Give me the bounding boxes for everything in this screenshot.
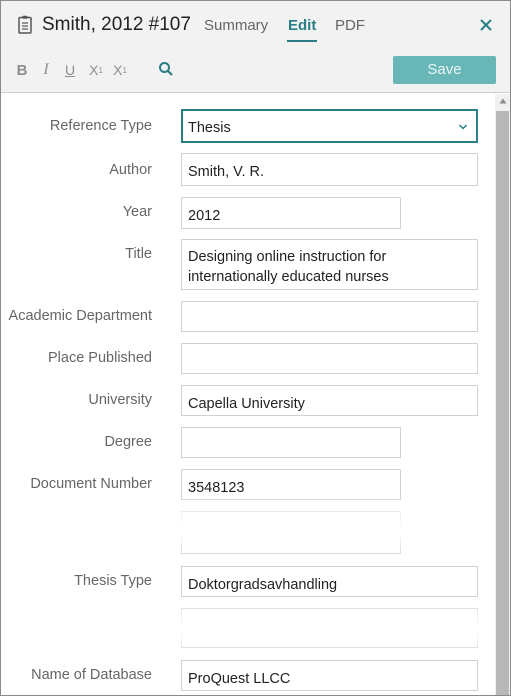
save-button[interactable]: Save	[393, 56, 496, 84]
reference-title: Smith, 2012 #107	[42, 14, 191, 35]
year-field[interactable]: 2012	[181, 197, 401, 229]
active-tab-indicator	[287, 40, 317, 42]
tab-edit[interactable]: Edit	[288, 17, 316, 34]
name-of-database-field[interactable]: ProQuest LLCC	[181, 660, 478, 691]
clipboard-icon	[18, 15, 32, 34]
thesis-type-label: Thesis Type	[74, 573, 152, 589]
place-published-label: Place Published	[48, 350, 152, 366]
reference-type-label: Reference Type	[49, 118, 152, 134]
year-label: Year	[122, 204, 152, 220]
reference-editor-panel: Smith, 2012 #107 Summary Edit PDF B I U …	[0, 0, 511, 696]
thesis-type-field[interactable]: Doktorgradsavhandling	[181, 566, 478, 597]
title-label: Title	[125, 246, 152, 262]
reference-type-value: Thesis	[188, 120, 231, 136]
superscript-base: X	[89, 62, 99, 78]
scroll-up-arrow-icon[interactable]	[499, 98, 507, 104]
reference-type-select[interactable]: Thesis	[181, 109, 478, 143]
degree-field[interactable]	[181, 427, 401, 458]
place-published-field[interactable]	[181, 343, 478, 374]
author-field[interactable]: Smith, V. R.	[181, 153, 478, 186]
editor-header: Smith, 2012 #107 Summary Edit PDF B I U …	[1, 1, 510, 93]
degree-label: Degree	[104, 434, 152, 450]
superscript-mark: 1	[98, 65, 103, 75]
name-of-database-label: Name of Database	[31, 667, 152, 683]
blurred-field[interactable]	[181, 511, 401, 554]
tab-summary[interactable]: Summary	[204, 17, 268, 34]
close-icon[interactable]	[479, 17, 493, 33]
academic-department-field[interactable]	[181, 301, 478, 332]
author-label: Author	[109, 162, 152, 178]
bold-button[interactable]: B	[15, 60, 29, 80]
university-field[interactable]: Capella University	[181, 385, 478, 416]
superscript-button[interactable]: X1	[86, 60, 106, 80]
search-icon[interactable]	[158, 61, 174, 77]
scrollbar-thumb[interactable]	[496, 111, 509, 695]
university-label: University	[88, 392, 152, 408]
blurred-field[interactable]	[181, 608, 478, 648]
chevron-down-icon	[458, 124, 468, 130]
edit-form: Reference Type Thesis Author Smith, V. R…	[1, 94, 495, 695]
tab-pdf[interactable]: PDF	[335, 17, 365, 34]
underline-button[interactable]: U	[63, 60, 77, 80]
subscript-button[interactable]: X1	[110, 60, 130, 80]
document-number-field[interactable]: 3548123	[181, 469, 401, 500]
title-field[interactable]: Designing online instruction for interna…	[181, 239, 478, 290]
italic-button[interactable]: I	[39, 60, 53, 80]
document-number-label: Document Number	[30, 476, 152, 492]
academic-department-label: Academic Department	[8, 308, 152, 324]
subscript-base: X	[113, 62, 123, 78]
subscript-mark: 1	[122, 65, 127, 75]
